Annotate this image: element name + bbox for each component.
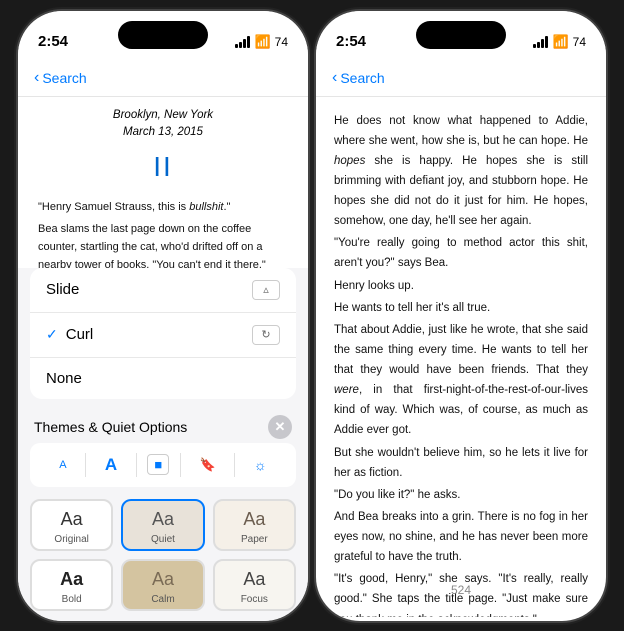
brightness-button[interactable]: ☼ [246,453,275,477]
theme-calm[interactable]: Aa Calm [121,559,204,611]
theme-quiet-name: Quiet [151,534,175,545]
font-decrease-button[interactable]: A [51,455,74,475]
right-para-5: But she wouldn't believe him, so he lets… [334,443,588,483]
right-back-button[interactable]: ‹ Search [332,69,385,87]
left-nav-bar: ‹ Search [18,61,308,97]
right-book-content: He does not know what happened to Addie,… [316,97,606,617]
left-back-button[interactable]: ‹ Search [34,69,87,87]
left-time: 2:54 [38,33,68,50]
page-number: 524 [451,583,471,597]
book-para-0: "Henry Samuel Strauss, this is bullshit.… [38,198,288,216]
right-signal-icon [533,36,548,48]
slide-option[interactable]: Slide ▵ [30,268,296,313]
chevron-left-icon: ‹ [34,69,39,87]
right-back-label: Search [340,70,384,86]
theme-paper[interactable]: Aa Paper [213,499,296,551]
left-phone: 2:54 📶 74 ‹ Search [18,11,308,621]
separator2 [136,453,137,477]
signal-icon [235,36,250,48]
separator3 [180,453,181,477]
themes-title: Themes & Quiet Options [34,419,187,435]
theme-original-name: Original [54,534,88,545]
theme-paper-name: Paper [241,534,268,545]
right-para-6: "Do you like it?" he asks. [334,485,588,505]
theme-focus-name: Focus [241,594,268,605]
font-style-button[interactable]: ■ [147,454,169,475]
transition-menu: Slide ▵ ✓ Curl ↻ None [30,268,296,399]
theme-focus-display: Aa [243,569,265,590]
bookmark-button[interactable]: 🔖 [191,453,223,477]
theme-grid: Aa Original Aa Quiet Aa Paper Aa Bold Aa [18,495,308,621]
dynamic-island [118,21,208,49]
separator [85,453,86,477]
theme-bold[interactable]: Aa Bold [30,559,113,611]
right-phone: 2:54 📶 74 ‹ Search [316,11,606,621]
theme-calm-name: Calm [151,594,174,605]
right-battery-icon: 74 [573,35,586,49]
wifi-icon: 📶 [254,34,270,50]
right-time: 2:54 [336,33,366,50]
theme-bold-display: Aa [60,569,83,590]
themes-header: Themes & Quiet Options ✕ [18,407,308,443]
left-back-label: Search [42,70,86,86]
theme-focus[interactable]: Aa Focus [213,559,296,611]
close-button[interactable]: ✕ [268,415,292,439]
book-header-line2: March 13, 2015 [38,124,288,141]
theme-original[interactable]: Aa Original [30,499,113,551]
theme-original-display: Aa [61,509,83,530]
check-icon: ✓ [46,326,58,343]
theme-quiet-display: Aa [152,509,174,530]
book-header: Brooklyn, New York March 13, 2015 [38,107,288,142]
battery-icon: 74 [275,35,288,49]
left-status-icons: 📶 74 [235,34,288,50]
right-para-7: And Bea breaks into a grin. There is no … [334,507,588,567]
theme-bold-name: Bold [62,594,82,605]
right-para-4: That about Addie, just like he wrote, th… [334,320,588,441]
theme-paper-display: Aa [243,509,265,530]
curl-label: Curl [66,326,252,343]
none-label: None [46,370,280,387]
right-nav-bar: ‹ Search [316,61,606,97]
none-option[interactable]: None [30,358,296,399]
right-para-1: "You're really going to method actor thi… [334,233,588,273]
slide-panel: Slide ▵ ✓ Curl ↻ None Themes & Quiet Opt… [18,268,308,621]
right-para-2: Henry looks up. [334,276,588,296]
theme-calm-display: Aa [152,569,174,590]
right-status-icons: 📶 74 [533,34,586,50]
curl-icon: ↻ [252,325,280,345]
slide-label: Slide [46,281,252,298]
theme-quiet[interactable]: Aa Quiet [121,499,204,551]
right-chevron-left-icon: ‹ [332,69,337,87]
curl-option[interactable]: ✓ Curl ↻ [30,313,296,358]
phones-container: 2:54 📶 74 ‹ Search [18,11,606,621]
right-dynamic-island [416,21,506,49]
chapter-number: II [38,145,288,190]
slide-icon: ▵ [252,280,280,300]
font-controls: A A ■ 🔖 ☼ [30,443,296,487]
font-increase-button[interactable]: A [97,451,125,479]
book-header-line1: Brooklyn, New York [38,107,288,124]
separator4 [234,453,235,477]
right-para-3: He wants to tell her it's all true. [334,298,588,318]
right-wifi-icon: 📶 [552,34,568,50]
right-para-0: He does not know what happened to Addie,… [334,111,588,232]
